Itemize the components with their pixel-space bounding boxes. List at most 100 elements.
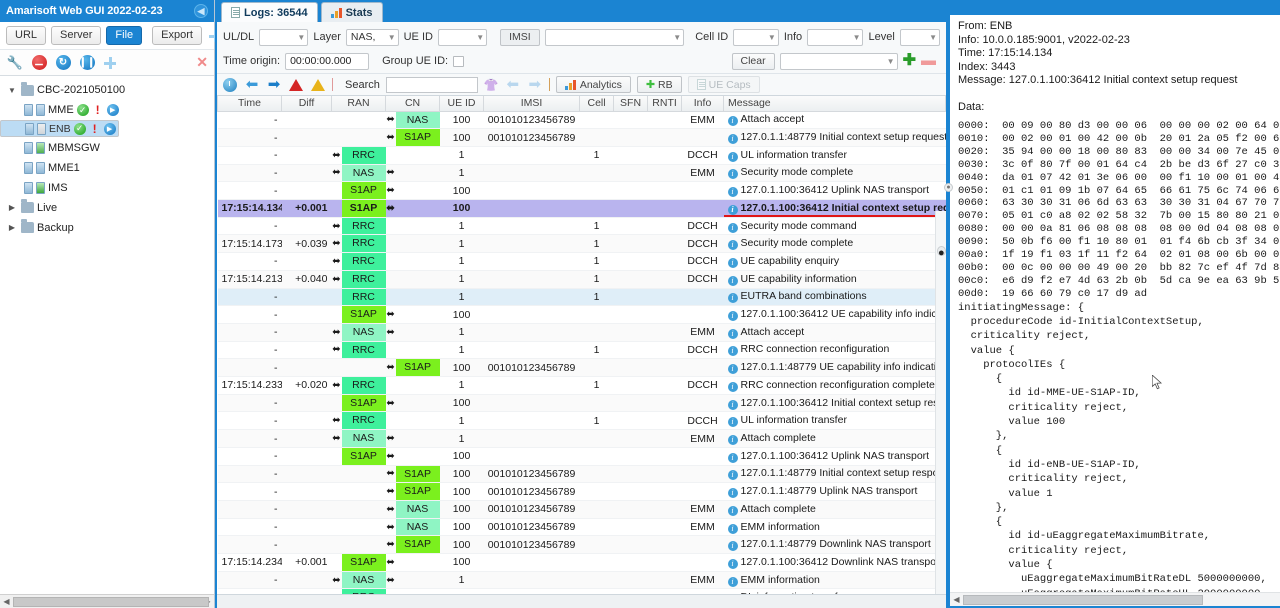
search-input[interactable] — [385, 76, 478, 93]
table-row[interactable]: - ⬌ NAS ⬌ 1 EMM i Attach complete — [217, 429, 946, 448]
tree-item-mme1[interactable]: MME1 — [0, 158, 214, 178]
analytics-button[interactable]: Analytics — [555, 76, 631, 93]
scroll-left-icon[interactable]: ◀ — [0, 597, 13, 606]
tree-item-ims[interactable]: IMS — [0, 178, 214, 198]
table-row[interactable]: 17:15:14.134 +0.001 S1AP ⬌ 100 i 127.0.1.100:3… — [217, 199, 946, 218]
tree-item-mbmsgw[interactable]: MBMSGW — [0, 138, 214, 158]
time-origin-input[interactable]: 00:00:00.000 — [285, 52, 370, 70]
arrow-right-icon[interactable]: ➡ — [266, 77, 282, 93]
file-button[interactable]: File — [106, 26, 143, 45]
play-icon[interactable]: ▶ — [103, 122, 116, 135]
layer-select[interactable]: NAS, ▼ — [345, 28, 399, 46]
close-icon[interactable]: ✕ — [196, 54, 208, 71]
col-diff[interactable]: Diff — [281, 96, 332, 112]
table-row[interactable]: - ⬌ RRC 1 1 DCCH i UL information transfer — [217, 146, 946, 165]
col-cn[interactable]: CN — [385, 96, 441, 112]
table-row[interactable]: - ⬌ S1AP 100 001010123456789 i 127.0.1.1:48779… — [217, 465, 946, 484]
wrench-icon[interactable]: 🔧 — [6, 54, 24, 72]
table-row[interactable]: - S1AP ⬌ 100 i 127.0.1.100:36412 Uplink NAS t… — [217, 181, 946, 201]
imsi-select[interactable]: ▼ — [544, 28, 685, 46]
table-row[interactable]: - ⬌ S1AP 100 001010123456789 i 127.0.1.1:48779… — [217, 128, 946, 147]
search-prev-icon[interactable]: ⬅ — [505, 77, 521, 93]
scroll-thumb[interactable] — [13, 596, 209, 607]
detail-content[interactable]: From: ENB Info: 10.0.0.185:9001, v2022-02… — [948, 15, 1280, 608]
table-row[interactable]: - ⬌ NAS ⬌ 1 EMM i Attach accept — [217, 323, 946, 342]
tree-item-cbc[interactable]: ▼ CBC-2021050100 — [0, 80, 214, 100]
table-row[interactable]: - S1AP ⬌ 100 i 127.0.1.100:36412 UE capabilit… — [217, 305, 946, 324]
col-ran[interactable]: RAN — [330, 96, 387, 112]
search-next-icon[interactable]: ➡ — [527, 77, 543, 93]
col-message[interactable]: Message — [723, 96, 946, 112]
table-horizontal-scrollbar[interactable] — [217, 594, 946, 608]
arrow-left-icon[interactable]: ⬅ — [244, 77, 260, 93]
detail-horizontal-scrollbar[interactable]: ◀ ▶ — [950, 592, 1280, 606]
col-info[interactable]: Info — [681, 96, 725, 112]
pause-icon[interactable]: ❙❙ — [78, 54, 96, 72]
col-ueid[interactable]: UE ID — [439, 96, 485, 112]
url-button[interactable]: URL — [6, 26, 47, 45]
chevron-right-icon[interactable]: ▶ — [6, 223, 18, 232]
chevron-down-icon[interactable]: ▼ — [6, 86, 18, 95]
chevron-right-icon[interactable]: ▶ — [6, 203, 18, 212]
refresh-icon[interactable]: ↻ — [54, 54, 72, 72]
table-row[interactable]: - S1AP ⬌ 100 i 127.0.1.100:36412 Initial cont… — [217, 394, 946, 413]
table-row[interactable]: - S1AP ⬌ 100 i 127.0.1.100:36412 Uplink NAS t… — [217, 447, 946, 466]
level-select[interactable]: ▼ — [899, 28, 940, 46]
table-row[interactable]: - ⬌ RRC 1 1 DCCH i UL information transfer — [217, 411, 946, 431]
table-row[interactable]: 17:15:14.173 +0.039 ⬌ RRC 1 1 DCCH i Security mo… — [217, 234, 946, 254]
tab-logs[interactable]: Logs: 36544 — [221, 2, 318, 22]
stop-icon[interactable]: ⚊ — [30, 54, 48, 72]
scroll-thumb[interactable] — [963, 594, 1203, 605]
table-row[interactable]: 17:15:14.233 +0.020 ⬌ RRC 1 1 DCCH i RRC connect… — [217, 376, 946, 395]
scroll-track[interactable] — [13, 596, 209, 607]
table-row[interactable]: - ⬌ S1AP 100 001010123456789 i 127.0.1.1:48779… — [217, 358, 946, 378]
col-rnti[interactable]: RNTI — [647, 96, 683, 112]
log-table-container[interactable]: Time Diff RAN CN UE ID IMSI Cell SFN RNT… — [217, 96, 946, 594]
add-filter-icon[interactable]: ✚ — [903, 53, 916, 69]
uldl-select[interactable]: ▼ — [259, 28, 309, 46]
server-button[interactable]: Server — [51, 26, 102, 45]
table-row[interactable]: 17:15:14.234 +0.001 S1AP ⬌ 100 i 127.0.1.100:3… — [217, 553, 946, 572]
table-row[interactable]: - ⬌ S1AP 100 001010123456789 i 127.0.1.1:48779… — [217, 535, 946, 555]
tree-item-backup[interactable]: ▶ Backup — [0, 218, 214, 238]
table-row[interactable]: - ⬌ NAS ⬌ 1 EMM i Security mode complete — [217, 164, 946, 183]
info-select[interactable]: ▼ — [807, 28, 864, 46]
col-sfn[interactable]: SFN — [613, 96, 649, 112]
table-row[interactable]: - ⬌ RRC 1 1 DCCH i Security mode command — [217, 217, 946, 236]
clear-button[interactable]: Clear — [731, 52, 775, 70]
play-icon[interactable]: ▶ — [106, 104, 119, 116]
table-vertical-scrollbar[interactable]: ● — [935, 211, 946, 594]
add-node-icon[interactable] — [102, 55, 118, 71]
imsi-button[interactable]: IMSI — [500, 28, 540, 46]
table-row[interactable]: - ⬌ NAS 100 001010123456789 EMM i EMM informati… — [217, 518, 946, 537]
add-icon[interactable] — [207, 28, 222, 44]
error-triangle-icon[interactable] — [288, 77, 304, 93]
remove-filter-icon[interactable]: ▬ — [921, 53, 936, 68]
table-row[interactable]: - RRC 1 1 i EUTRA band combinations — [217, 288, 946, 307]
panel-resize-handle[interactable]: ● — [944, 183, 953, 192]
rb-button[interactable]: ✚ RB — [636, 76, 682, 93]
tree-item-live[interactable]: ▶ Live — [0, 198, 214, 218]
table-row[interactable]: - ⬌ NAS 100 001010123456789 EMM i Attach accept — [217, 111, 946, 130]
cellid-select[interactable]: ▼ — [733, 28, 779, 46]
export-button[interactable]: Export — [152, 26, 202, 45]
scroll-left-icon[interactable]: ◀ — [950, 595, 963, 604]
scroll-thumb[interactable]: ● — [937, 246, 946, 259]
sidebar-horizontal-scrollbar[interactable]: ◀ ▶ — [0, 594, 214, 608]
tree-item-enb[interactable]: ENB ✓ ! ▶ — [0, 120, 119, 137]
table-row[interactable]: - ⬌ RRC 1 1 DCCH i RRC connection reconfigurati… — [217, 341, 946, 360]
col-time[interactable]: Time — [217, 96, 282, 112]
binoculars-icon[interactable]: 👚 — [484, 78, 499, 92]
tree-item-mme[interactable]: MME ✓ ! ▶ — [0, 100, 214, 120]
table-row[interactable]: - ⬌ S1AP 100 001010123456789 i 127.0.1.1:48779… — [217, 482, 946, 501]
table-row[interactable]: - ⬌ NAS ⬌ 1 EMM i EMM information — [217, 571, 946, 590]
preset-select[interactable]: ▼ — [779, 52, 898, 70]
ueid-select[interactable]: ▼ — [437, 28, 488, 46]
group-ueid-checkbox[interactable] — [453, 55, 465, 67]
warning-triangle-icon[interactable] — [310, 77, 326, 93]
table-row[interactable]: - ⬌RRC 1 1 DCCHiDL information transfer — [217, 588, 946, 594]
chevron-left-icon[interactable]: ◀ — [194, 4, 208, 18]
table-row[interactable]: 17:15:14.213 +0.040 ⬌ RRC 1 1 DCCH i UE capabili… — [217, 270, 946, 289]
table-row[interactable]: - ⬌ RRC 1 1 DCCH i UE capability enquiry — [217, 252, 946, 271]
col-cell[interactable]: Cell — [579, 96, 615, 112]
